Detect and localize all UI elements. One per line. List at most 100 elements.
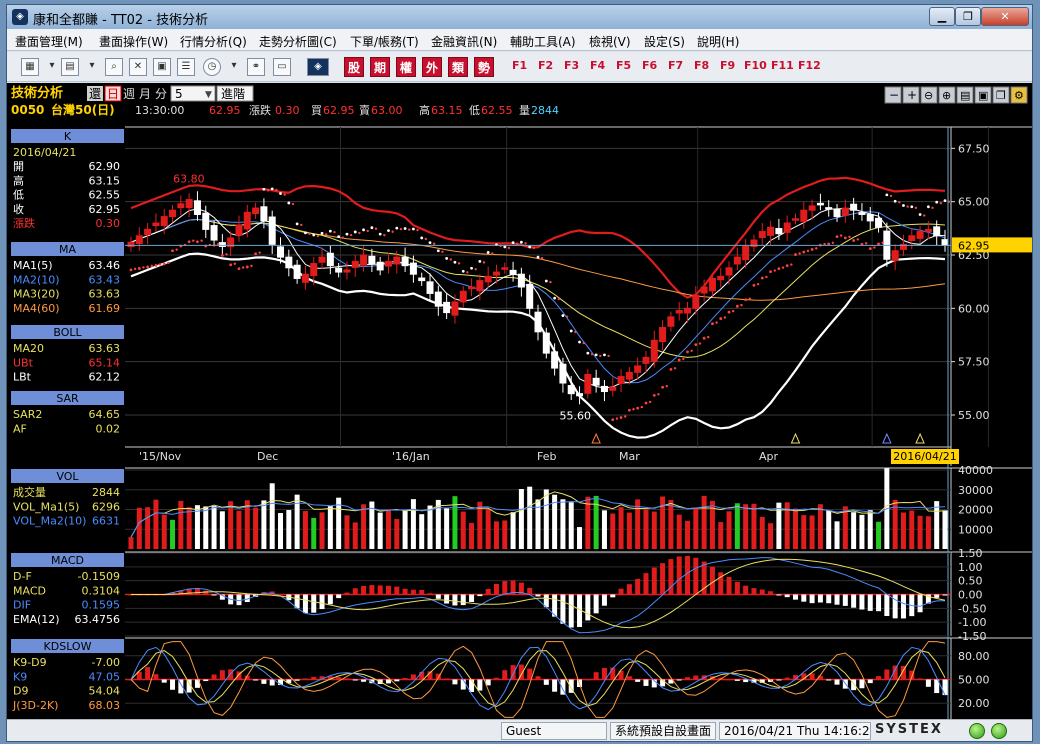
macd-histogram-bar[interactable] bbox=[610, 594, 616, 598]
kd-histogram-bar[interactable] bbox=[203, 679, 209, 682]
signal-triangle-icon[interactable] bbox=[591, 432, 601, 444]
volume-bar[interactable] bbox=[518, 489, 524, 549]
menu-quote-analysis[interactable]: 行情分析(Q) bbox=[180, 33, 247, 50]
volume-bar[interactable] bbox=[560, 499, 566, 549]
menu-tools[interactable]: 輔助工具(A) bbox=[510, 33, 576, 50]
macd-histogram-bar[interactable] bbox=[527, 587, 533, 595]
f8-button[interactable]: F8 bbox=[694, 59, 709, 72]
macd-histogram-bar[interactable] bbox=[419, 590, 425, 595]
macd-histogram-bar[interactable] bbox=[934, 594, 940, 598]
macd-histogram-bar[interactable] bbox=[385, 585, 391, 595]
dropdown-arrow-icon[interactable]: ▾ bbox=[43, 58, 61, 76]
signal-triangle-icon[interactable] bbox=[882, 432, 892, 444]
maximize-button[interactable]: ❐ bbox=[955, 7, 981, 26]
candle-body[interactable] bbox=[767, 226, 775, 236]
kd-histogram-bar[interactable] bbox=[876, 676, 882, 680]
candle-body[interactable] bbox=[684, 307, 692, 314]
volume-bar[interactable] bbox=[427, 505, 433, 549]
volume-bar[interactable] bbox=[219, 511, 225, 549]
kd-histogram-bar[interactable] bbox=[867, 679, 873, 684]
candle-body[interactable] bbox=[169, 209, 177, 218]
candle-body[interactable] bbox=[393, 256, 401, 265]
candle-body[interactable] bbox=[301, 273, 309, 283]
period-dropdown-icon[interactable]: ▼ bbox=[205, 90, 212, 100]
title-bar[interactable]: ◈ 康和全都賺 - TT02 - 技術分析 ▁ ❐ ✕ bbox=[7, 5, 1032, 29]
candle-body[interactable] bbox=[434, 291, 442, 307]
candle-body[interactable] bbox=[650, 339, 658, 362]
advanced-button[interactable]: 進階 bbox=[221, 86, 245, 101]
volume-bar[interactable] bbox=[469, 522, 475, 549]
macd-histogram-bar[interactable] bbox=[402, 588, 408, 595]
volume-bar[interactable] bbox=[485, 508, 491, 549]
candle-body[interactable] bbox=[916, 231, 924, 239]
options-button[interactable]: 權 bbox=[396, 57, 416, 77]
f12-button[interactable]: F12 bbox=[798, 59, 821, 72]
kd-histogram-bar[interactable] bbox=[593, 672, 599, 680]
volume-bar[interactable] bbox=[734, 503, 740, 549]
kd-histogram-bar[interactable] bbox=[809, 673, 815, 680]
volume-bar[interactable] bbox=[153, 499, 159, 549]
macd-histogram-bar[interactable] bbox=[618, 588, 624, 595]
candle-body[interactable] bbox=[451, 301, 459, 316]
candle-body[interactable] bbox=[418, 277, 426, 282]
technical-chart[interactable]: 技術分析 還 日 週 月 分 5 ▼ 進階 0050 台灣50(日) 13:30… bbox=[7, 83, 1032, 719]
candle-body[interactable] bbox=[891, 250, 899, 262]
volume-bar[interactable] bbox=[925, 516, 931, 549]
f1-button[interactable]: F1 bbox=[512, 59, 527, 72]
macd-histogram-bar[interactable] bbox=[809, 594, 815, 604]
volume-bar[interactable] bbox=[128, 537, 134, 549]
volume-bar[interactable] bbox=[792, 508, 798, 549]
candle-body[interactable] bbox=[468, 286, 476, 290]
candle-body[interactable] bbox=[567, 385, 575, 395]
f5-button[interactable]: F5 bbox=[616, 59, 631, 72]
candle-body[interactable] bbox=[791, 218, 799, 221]
stock-button[interactable]: 股 bbox=[344, 57, 364, 77]
volume-bar[interactable] bbox=[452, 496, 458, 549]
macd-histogram-bar[interactable] bbox=[369, 585, 375, 595]
trend-button[interactable]: 勢 bbox=[474, 57, 494, 77]
candle-body[interactable] bbox=[360, 254, 368, 266]
macd-histogram-bar[interactable] bbox=[394, 586, 400, 595]
volume-bar[interactable] bbox=[809, 515, 815, 549]
candle-body[interactable] bbox=[326, 252, 334, 267]
macd-histogram-bar[interactable] bbox=[593, 594, 599, 614]
kd-histogram-bar[interactable] bbox=[834, 679, 840, 685]
volume-bar[interactable] bbox=[726, 511, 732, 549]
macd-histogram-bar[interactable] bbox=[626, 584, 632, 595]
candle-body[interactable] bbox=[908, 235, 916, 241]
candle-body[interactable] bbox=[725, 267, 733, 276]
list-icon[interactable]: ☰ bbox=[177, 58, 195, 76]
volume-bar[interactable] bbox=[651, 511, 657, 549]
search-icon[interactable]: ⌕ bbox=[105, 58, 123, 76]
candle-body[interactable] bbox=[742, 245, 750, 261]
kd-histogram-bar[interactable] bbox=[693, 675, 699, 680]
menu-settings[interactable]: 設定(S) bbox=[644, 33, 685, 50]
candle-body[interactable] bbox=[775, 228, 783, 235]
candle-body[interactable] bbox=[642, 356, 650, 364]
volume-bar[interactable] bbox=[502, 520, 508, 549]
volume-bar[interactable] bbox=[493, 521, 499, 549]
volume-bar[interactable] bbox=[660, 496, 666, 549]
volume-bar[interactable] bbox=[186, 507, 192, 549]
kd-histogram-bar[interactable] bbox=[352, 679, 358, 681]
kd-histogram-bar[interactable] bbox=[219, 670, 225, 680]
candle-body[interactable] bbox=[459, 290, 467, 303]
volume-bar[interactable] bbox=[278, 513, 284, 549]
futures-button[interactable]: 期 bbox=[370, 57, 390, 77]
kd-histogram-bar[interactable] bbox=[543, 679, 549, 685]
volume-bar[interactable] bbox=[817, 504, 823, 549]
f11-button[interactable]: F11 bbox=[771, 59, 794, 72]
macd-histogram-bar[interactable] bbox=[585, 594, 591, 621]
macd-histogram-bar[interactable] bbox=[311, 594, 317, 613]
kd-histogram-bar[interactable] bbox=[535, 676, 541, 680]
kd-histogram-bar[interactable] bbox=[402, 678, 408, 680]
macd-histogram-bar[interactable] bbox=[485, 589, 491, 595]
candle-body[interactable] bbox=[841, 207, 849, 216]
volume-bar[interactable] bbox=[859, 514, 865, 549]
volume-bar[interactable] bbox=[194, 505, 200, 549]
candle-body[interactable] bbox=[492, 271, 500, 276]
f7-button[interactable]: F7 bbox=[668, 59, 683, 72]
kd-histogram-bar[interactable] bbox=[552, 679, 558, 692]
macd-histogram-bar[interactable] bbox=[361, 585, 367, 595]
candle-body[interactable] bbox=[941, 239, 949, 246]
